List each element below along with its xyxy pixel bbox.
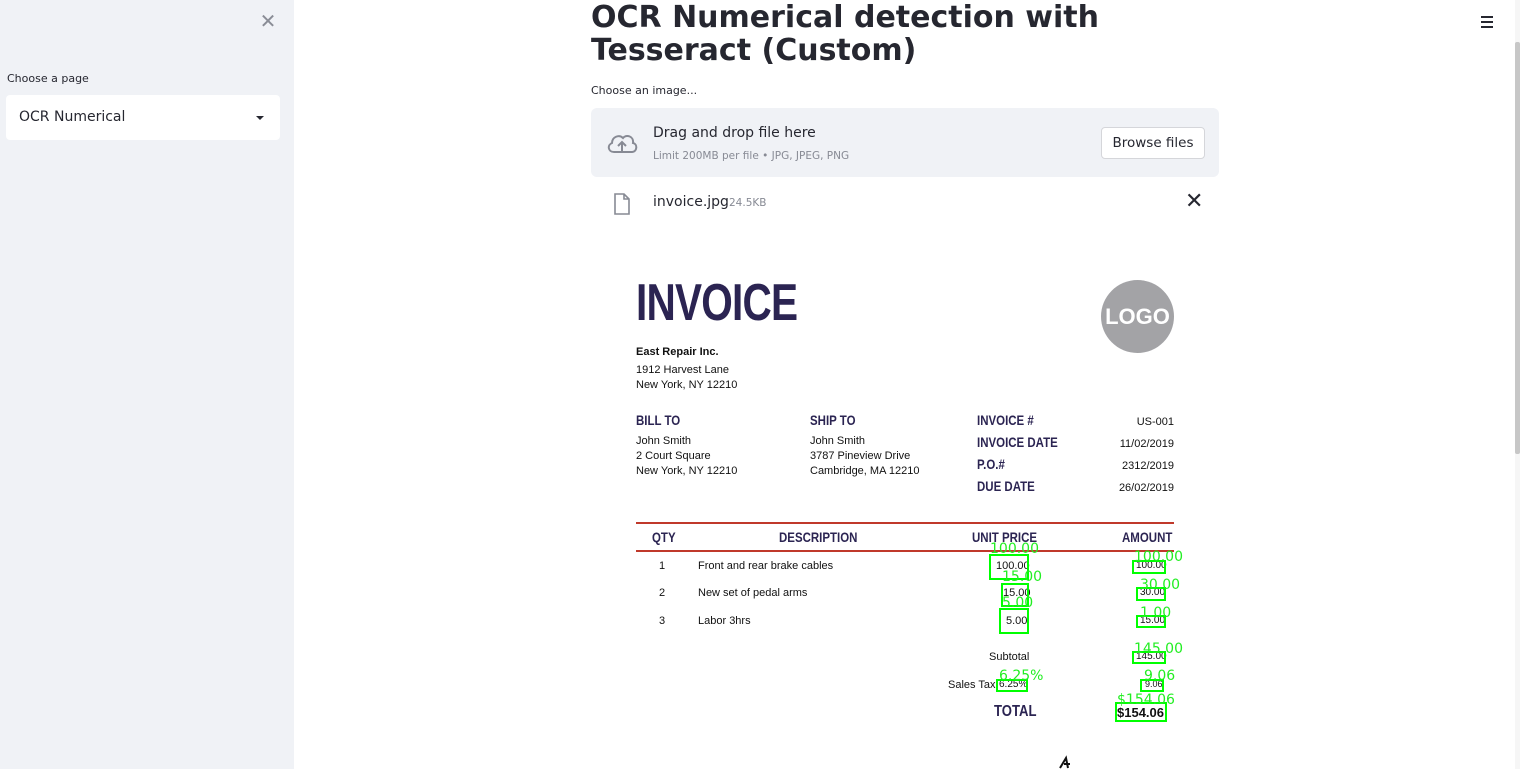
ocr-detection-label: 9.06 [1144, 668, 1176, 684]
page-title: OCR Numerical detection with Tesseract (… [591, 0, 1099, 68]
page-select-value: OCR Numerical [19, 109, 126, 125]
dropzone-limit: Limit 200MB per file • JPG, JPEG, PNG [653, 150, 850, 162]
ship-to-line: Cambridge, MA 12210 [810, 465, 920, 477]
close-sidebar-icon[interactable]: ✕ [259, 11, 277, 31]
table-top-rule [636, 522, 1174, 524]
invoice-meta-value: US-001 [1136, 416, 1174, 428]
file-dropzone[interactable]: Drag and drop file here Limit 200MB per … [591, 108, 1219, 177]
remove-file-icon[interactable]: ✕ [1185, 191, 1203, 213]
file-size: 24.5KB [729, 197, 767, 209]
bill-to-line: 2 Court Square [636, 450, 711, 462]
invoice-meta-value: 2312/2019 [1122, 460, 1174, 472]
row-description: Front and rear brake cables [698, 560, 834, 572]
invoice-image: INVOICE LOGO East Repair Inc. 1912 Harve… [606, 240, 1206, 769]
ocr-detection-box [999, 608, 1029, 634]
invoice-title: INVOICE [636, 274, 798, 332]
ocr-detection-label: 30.00 [1140, 577, 1181, 593]
row-description: New set of pedal arms [698, 587, 808, 599]
signature-stroke [1059, 755, 1070, 769]
uploader-label: Choose an image... [591, 84, 698, 97]
ocr-detection-label: 6.25% [999, 668, 1044, 684]
sidebar: ✕ Choose a page OCR Numerical [0, 0, 294, 769]
row-qty: 1 [659, 560, 666, 572]
ship-to-heading: SHIP TO [810, 412, 856, 428]
row-qty: 2 [659, 587, 666, 599]
subtotal-label: Subtotal [989, 651, 1030, 663]
bill-to-heading: BILL TO [636, 412, 681, 428]
company-name: East Repair Inc. [636, 346, 719, 358]
ocr-detection-label: 5.00 [1002, 595, 1034, 611]
ocr-detection-label: 1.00 [1140, 605, 1172, 621]
ocr-detection-label: 100.00 [990, 541, 1039, 557]
file-name: invoice.jpg [653, 194, 729, 210]
company-address: New York, NY 12210 [636, 379, 738, 391]
browse-files-button[interactable]: Browse files [1101, 127, 1205, 159]
invoice-meta-label: INVOICE DATE [977, 434, 1058, 450]
ship-to-line: John Smith [810, 435, 866, 447]
ocr-detection-label: $154.06 [1117, 692, 1175, 708]
ship-to-line: 3787 Pineview Drive [810, 450, 911, 462]
invoice-logo: LOGO [1101, 280, 1174, 353]
page-select-label: Choose a page [7, 72, 89, 85]
uploaded-file: invoice.jpg 24.5KB ✕ [591, 188, 1219, 220]
bill-to-line: John Smith [636, 435, 692, 447]
page-scrollbar[interactable] [1515, 0, 1520, 769]
column-header: QTY [652, 529, 676, 545]
row-description: Labor 3hrs [698, 615, 751, 627]
column-header: AMOUNT [1122, 529, 1173, 545]
table-header-rule [636, 550, 1174, 552]
invoice-meta-value: 26/02/2019 [1118, 482, 1174, 494]
ocr-detection-label: 100.00 [1134, 549, 1183, 565]
chevron-down-icon [256, 116, 264, 120]
sales-tax-label: Sales Tax [948, 679, 996, 691]
invoice-meta-label: P.O.# [977, 456, 1005, 472]
bill-to-line: New York, NY 12210 [636, 465, 738, 477]
ocr-detection-label: 15.00 [1002, 569, 1043, 585]
dropzone-title: Drag and drop file here [653, 125, 816, 141]
invoice-meta-label: INVOICE # [977, 412, 1034, 428]
column-header: DESCRIPTION [779, 529, 858, 545]
row-qty: 3 [659, 615, 666, 627]
ocr-detection-label: 145.00 [1134, 641, 1183, 657]
company-address: 1912 Harvest Lane [636, 364, 729, 376]
hamburger-icon[interactable] [1478, 14, 1496, 30]
scrollbar-thumb[interactable] [1515, 42, 1520, 454]
invoice-meta-value: 11/02/2019 [1119, 438, 1174, 450]
page-select[interactable]: OCR Numerical [6, 95, 280, 140]
file-icon [614, 193, 630, 215]
total-label: TOTAL [994, 703, 1037, 720]
invoice-meta-label: DUE DATE [977, 478, 1035, 494]
cloud-upload-icon [607, 134, 638, 153]
